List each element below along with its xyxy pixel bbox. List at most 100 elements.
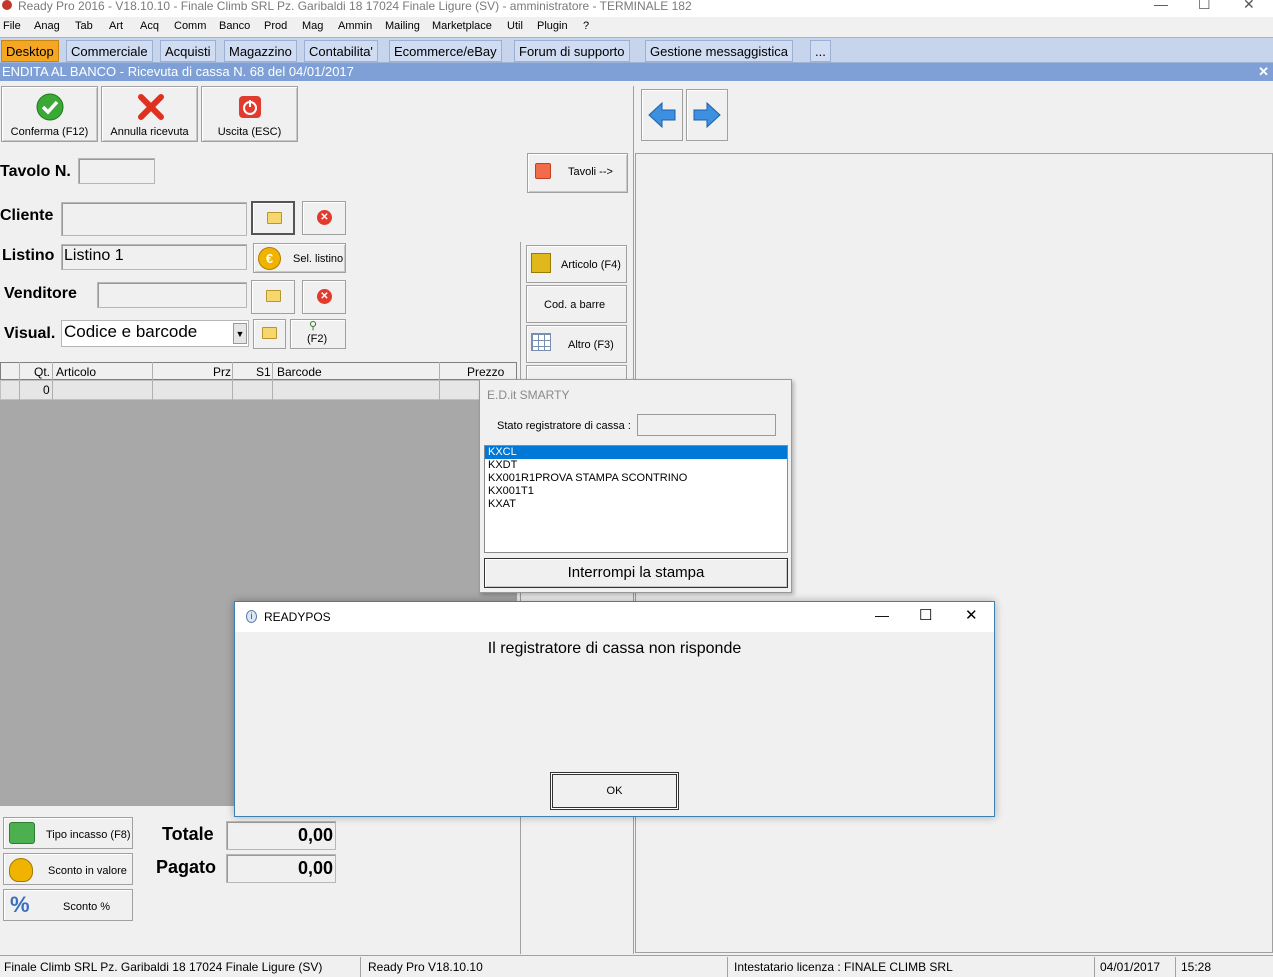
previous-button[interactable]: [641, 89, 683, 141]
menu-file[interactable]: File: [3, 20, 21, 32]
tab-more[interactable]: ...: [810, 40, 831, 62]
smarty-title: E.D.it SMARTY: [487, 388, 570, 402]
search-f2-button[interactable]: ⚲ (F2): [290, 319, 346, 349]
menu-help[interactable]: ?: [583, 20, 589, 32]
seller-field[interactable]: [97, 282, 247, 308]
tab-desktop[interactable]: Desktop: [1, 40, 59, 62]
status-bar: Finale Climb SRL Pz. Garibaldi 18 17024 …: [0, 955, 1273, 977]
list-item[interactable]: KXCL: [485, 446, 787, 459]
tab-magazzino[interactable]: Magazzino: [224, 40, 297, 62]
close-document-icon[interactable]: ✕: [1258, 63, 1269, 80]
menu-banco[interactable]: Banco: [219, 20, 250, 32]
pricelist-field[interactable]: Listino 1: [61, 244, 247, 270]
menu-marketplace[interactable]: Marketplace: [432, 20, 492, 32]
confirm-button[interactable]: Conferma (F12): [1, 86, 98, 142]
maximize-icon[interactable]: ☐: [919, 606, 932, 624]
tab-commerciale[interactable]: Commerciale: [66, 40, 153, 62]
table-number-field[interactable]: [78, 158, 155, 184]
menu-tab[interactable]: Tab: [75, 20, 93, 32]
col-article: Articolo: [56, 365, 97, 379]
euro-icon: €: [258, 247, 281, 270]
cancel-receipt-button[interactable]: Annulla ricevuta: [101, 86, 198, 142]
barcode-button[interactable]: Cod. a barre: [526, 285, 627, 323]
clear-icon: ✕: [317, 289, 332, 304]
stop-printing-button[interactable]: Interrompi la stampa: [484, 558, 788, 588]
browse-seller-button[interactable]: [251, 280, 295, 314]
minimize-icon[interactable]: —: [875, 607, 889, 623]
pricelist-label: Listino: [2, 247, 55, 264]
discount-percent-button[interactable]: % Sconto %: [3, 889, 133, 921]
window-title: Ready Pro 2016 - V18.10.10 - Finale Clim…: [18, 0, 692, 13]
status-date: 04/01/2017: [1100, 960, 1161, 974]
close-icon[interactable]: ✕: [1243, 0, 1255, 11]
list-item[interactable]: KXDT: [485, 459, 787, 472]
money-icon: [9, 822, 35, 844]
table-label: Tavolo N.: [0, 163, 71, 180]
menu-util[interactable]: Util: [507, 20, 523, 32]
menu-mag[interactable]: Mag: [302, 20, 323, 32]
document-title: ENDITA AL BANCO - Ricevuta di cassa N. 6…: [2, 64, 354, 79]
folder-icon: [266, 290, 281, 302]
folder-icon: [262, 327, 277, 339]
menu-art[interactable]: Art: [109, 20, 123, 32]
window-title-bar: Ready Pro 2016 - V18.10.10 - Finale Clim…: [0, 0, 1273, 17]
browse-client-button[interactable]: [251, 201, 295, 235]
discount-value-button[interactable]: Sconto in valore: [3, 853, 133, 885]
status-version: Ready Pro V18.10.10: [368, 960, 483, 974]
menu-comm[interactable]: Comm: [174, 20, 206, 32]
menu-plugin[interactable]: Plugin: [537, 20, 568, 32]
col-prz: Prz: [213, 365, 231, 379]
folder-icon: [267, 212, 282, 224]
next-button[interactable]: [686, 89, 728, 141]
status-license: Intestatario licenza : FINALE CLIMB SRL: [734, 960, 953, 974]
tab-messaggistica[interactable]: Gestione messaggistica: [645, 40, 794, 62]
exit-button[interactable]: Uscita (ESC): [201, 86, 298, 142]
clear-client-button[interactable]: ✕: [302, 201, 346, 235]
power-icon: [239, 96, 261, 118]
chevron-down-icon[interactable]: ▼: [233, 323, 247, 344]
article-button[interactable]: Articolo (F4): [526, 245, 627, 283]
total-label: Totale: [162, 824, 214, 844]
tab-contabilita[interactable]: Contabilita': [304, 40, 378, 62]
side-divider: [520, 242, 521, 954]
menu-anag[interactable]: Anag: [34, 20, 60, 32]
minimize-icon[interactable]: —: [1154, 0, 1168, 11]
col-qty: Qt.: [34, 365, 51, 379]
tables-button[interactable]: Tavoli -->: [527, 153, 628, 193]
payment-type-button[interactable]: Tipo incasso (F8): [3, 817, 133, 849]
browse-view-button[interactable]: [253, 319, 286, 349]
register-status-field: [637, 414, 776, 436]
menu-acq[interactable]: Acq: [140, 20, 159, 32]
menu-ammin[interactable]: Ammin: [338, 20, 372, 32]
list-item[interactable]: KX001R1PROVA STAMPA SCONTRINO: [485, 472, 787, 485]
list-item[interactable]: KX001T1: [485, 485, 787, 498]
document-title-bar: ENDITA AL BANCO - Ricevuta di cassa N. 6…: [0, 63, 1273, 81]
readypos-dialog: i READYPOS — ☐ ✕ Il registratore di cass…: [234, 601, 995, 817]
clear-seller-button[interactable]: ✕: [302, 280, 346, 314]
tab-forum[interactable]: Forum di supporto: [514, 40, 630, 62]
command-list[interactable]: KXCL KXDT KX001R1PROVA STAMPA SCONTRINO …: [484, 445, 788, 553]
view-select[interactable]: Codice e barcode ▼: [61, 320, 249, 347]
client-label: Cliente: [0, 207, 54, 224]
view-label: Visual.: [4, 325, 56, 342]
paid-value: 0,00: [226, 854, 336, 883]
list-item[interactable]: KXAT: [485, 498, 787, 511]
tab-ecommerce[interactable]: Ecommerce/eBay: [389, 40, 502, 62]
menu-mailing[interactable]: Mailing: [385, 20, 420, 32]
client-field[interactable]: [61, 202, 247, 236]
menu-prod[interactable]: Prod: [264, 20, 287, 32]
seller-label: Venditore: [4, 285, 77, 302]
total-value: 0,00: [226, 821, 336, 850]
other-button[interactable]: Altro (F3): [526, 325, 627, 363]
arrow-left-icon: [648, 101, 676, 129]
ok-button[interactable]: OK: [550, 772, 679, 810]
maximize-icon[interactable]: ☐: [1198, 0, 1211, 11]
money-bag-icon: [9, 858, 33, 882]
close-icon[interactable]: ✕: [965, 606, 978, 624]
tables-icon: [535, 163, 551, 179]
app-icon: [2, 0, 12, 10]
select-pricelist-button[interactable]: € Sel. listino: [253, 243, 346, 273]
tab-acquisti[interactable]: Acquisti: [160, 40, 216, 62]
grid-add-icon: [531, 333, 551, 351]
col-s1: S1: [256, 365, 271, 379]
